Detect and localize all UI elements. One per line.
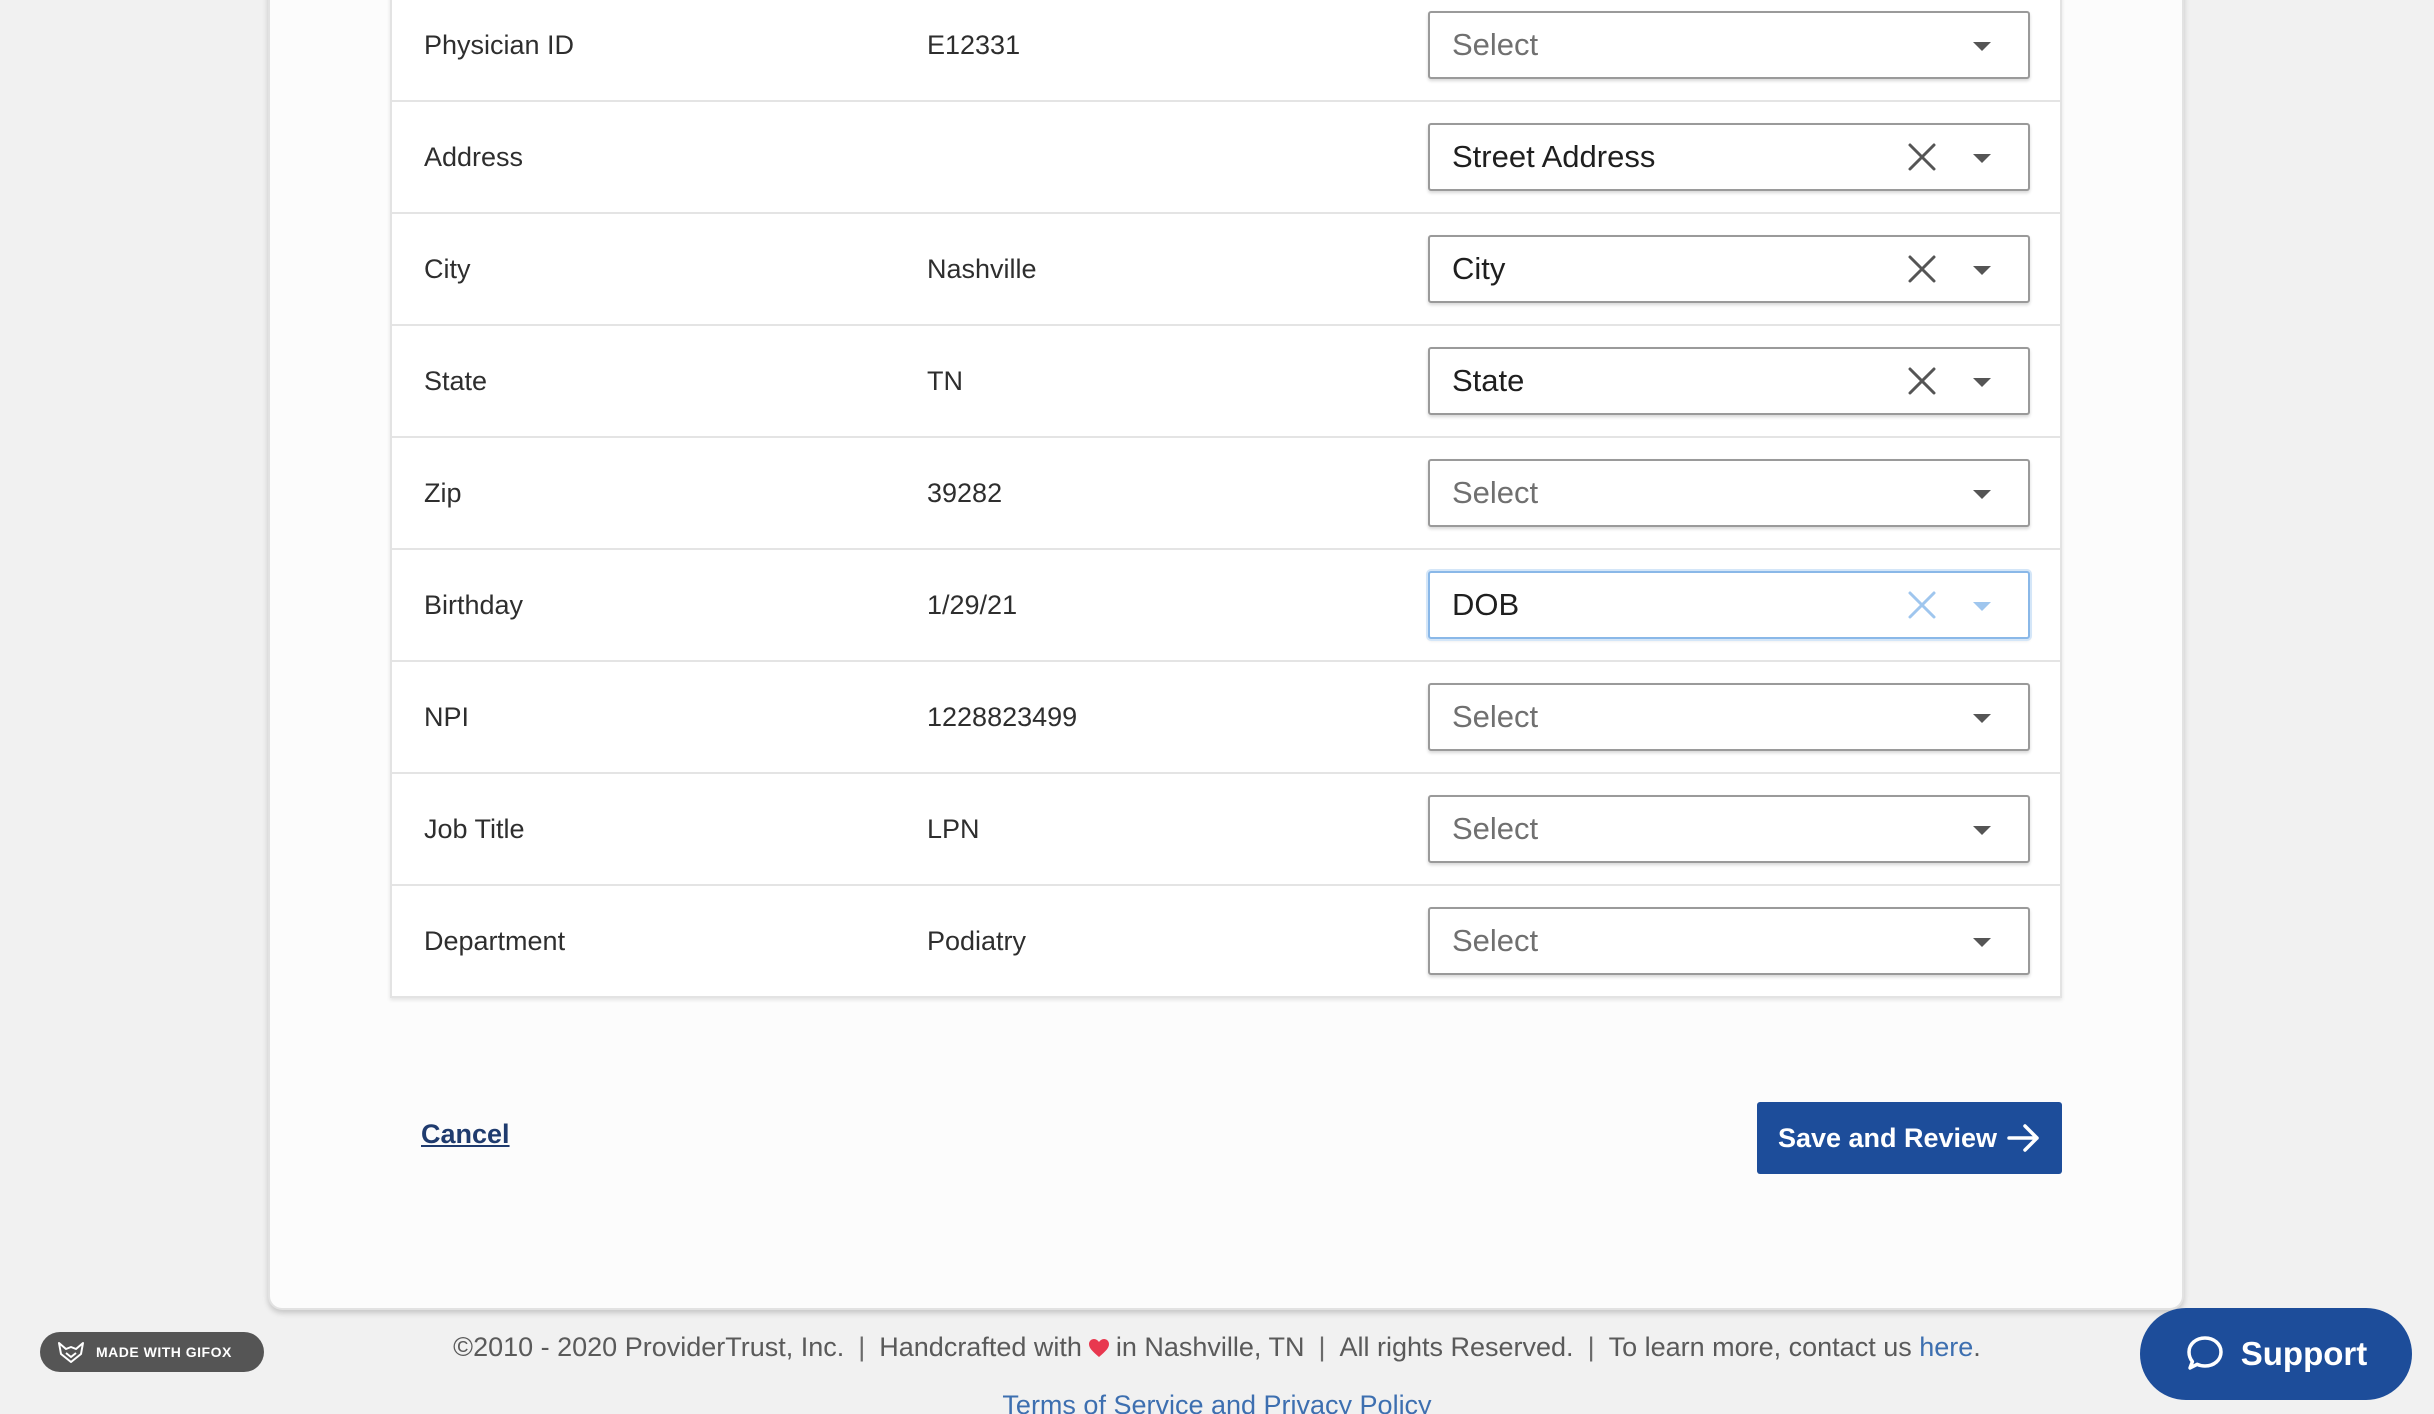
footer-contact-prefix: To learn more, contact us [1608, 1332, 1912, 1362]
footer-handcrafted-suffix: in Nashville, TN [1115, 1332, 1305, 1362]
clear-icon[interactable] [1906, 589, 1938, 621]
mapping-select[interactable]: Select [1428, 683, 2030, 751]
footer-handcrafted-prefix: Handcrafted with [879, 1332, 1082, 1362]
chevron-down-icon[interactable] [1972, 41, 1992, 53]
field-value: Nashville [927, 253, 1037, 284]
field-label: Zip [424, 477, 462, 508]
field-label: Job Title [424, 813, 525, 844]
mapping-select[interactable]: City [1428, 235, 2030, 303]
arrow-right-icon [2007, 1124, 2039, 1152]
table-row: City Nashville City [392, 214, 2060, 326]
footer-copyright: ©2010 - 2020 ProviderTrust, Inc. [453, 1332, 845, 1362]
field-label: State [424, 365, 488, 396]
heart-icon [1088, 1339, 1109, 1357]
chevron-down-icon[interactable] [1972, 825, 1992, 837]
table-row: NPI 1228823499 Select [392, 662, 2060, 774]
save-and-review-button[interactable]: Save and Review [1757, 1102, 2062, 1174]
select-placeholder: Select [1452, 27, 1539, 62]
footer-separator: | [858, 1332, 866, 1362]
field-value: E12331 [927, 29, 1021, 60]
clear-icon[interactable] [1906, 365, 1938, 397]
contact-here-link[interactable]: here [1919, 1332, 1973, 1362]
select-value: City [1452, 251, 1506, 286]
select-value: Street Address [1452, 139, 1656, 174]
mapping-select[interactable]: Select [1428, 459, 2030, 527]
clear-icon[interactable] [1906, 253, 1938, 285]
chevron-down-icon[interactable] [1972, 601, 1992, 613]
field-label: Department [424, 925, 566, 956]
mapping-select[interactable]: DOB [1428, 571, 2030, 639]
field-mapping-table: Physician ID E12331 Select Address Street Ad… [390, 0, 2062, 998]
field-value: LPN [927, 813, 980, 844]
chat-bubble-icon [2187, 1336, 2223, 1370]
footer-rights: All rights Reserved. [1339, 1332, 1574, 1362]
chevron-down-icon[interactable] [1972, 265, 1992, 277]
field-label: Physician ID [424, 29, 575, 60]
mapping-select[interactable]: State [1428, 347, 2030, 415]
chevron-down-icon[interactable] [1972, 377, 1992, 389]
field-value: Podiatry [927, 925, 1027, 956]
table-row: Department Podiatry Select [392, 886, 2060, 996]
select-value: State [1452, 363, 1525, 398]
table-row: Physician ID E12331 Select [392, 0, 2060, 102]
table-row: State TN State [392, 326, 2060, 438]
table-row: Birthday 1/29/21 DOB [392, 550, 2060, 662]
mapping-select[interactable]: Select [1428, 11, 2030, 79]
field-label: Address [424, 141, 524, 172]
chevron-down-icon[interactable] [1972, 489, 1992, 501]
table-row: Address Street Address [392, 102, 2060, 214]
save-and-review-label: Save and Review [1777, 1122, 1998, 1153]
chevron-down-icon[interactable] [1972, 937, 1992, 949]
support-label: Support [2240, 1335, 2368, 1372]
field-label: Birthday [424, 589, 524, 620]
select-placeholder: Select [1452, 475, 1539, 510]
field-value: 39282 [927, 477, 1003, 508]
footer: ©2010 - 2020 ProviderTrust, Inc. | Handcra… [0, 1332, 2434, 1363]
select-placeholder: Select [1452, 699, 1539, 734]
chevron-down-icon[interactable] [1972, 153, 1992, 165]
field-label: NPI [424, 701, 470, 732]
mapping-select[interactable]: Street Address [1428, 123, 2030, 191]
field-label: City [424, 253, 471, 284]
cancel-link[interactable]: Cancel [421, 1119, 510, 1150]
chevron-down-icon[interactable] [1972, 713, 1992, 725]
select-placeholder: Select [1452, 811, 1539, 846]
clear-icon[interactable] [1906, 141, 1938, 173]
table-row: Job Title LPN Select [392, 774, 2060, 886]
terms-privacy-link[interactable]: Terms of Service and Privacy Policy [0, 1390, 2434, 1414]
mapping-select[interactable]: Select [1428, 907, 2030, 975]
footer-separator: | [1318, 1332, 1326, 1362]
support-button[interactable]: Support [2140, 1308, 2412, 1400]
mapping-select[interactable]: Select [1428, 795, 2030, 863]
field-value: 1228823499 [927, 701, 1078, 732]
footer-contact-suffix: . [1973, 1332, 1981, 1362]
table-row: Zip 39282 Select [392, 438, 2060, 550]
select-value: DOB [1452, 587, 1520, 622]
page: Physician ID E12331 Select Address Street Ad… [0, 0, 2434, 1414]
select-placeholder: Select [1452, 923, 1539, 958]
field-value: 1/29/21 [927, 589, 1018, 620]
field-value: TN [927, 365, 963, 396]
footer-separator: | [1587, 1332, 1595, 1362]
